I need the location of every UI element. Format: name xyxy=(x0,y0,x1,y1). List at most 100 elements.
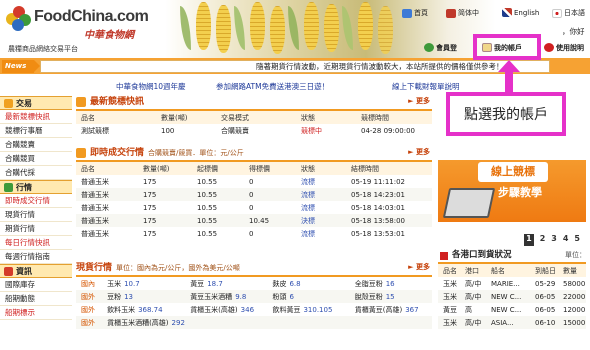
corn-decoration xyxy=(216,5,231,53)
corn-decoration xyxy=(250,2,265,50)
table-cell: 05-18 13:53:01 xyxy=(351,229,406,238)
spot-item[interactable]: 豆粉 13 xyxy=(102,290,186,303)
table-cell: 高/中 xyxy=(465,279,482,288)
help-button[interactable]: 使用說明 xyxy=(544,41,584,54)
banner-pager: 12345 xyxy=(438,234,586,246)
table-row[interactable]: 玉米 高/中 NEW C... 06-05 22000 xyxy=(438,290,586,303)
table-row[interactable]: 國內 玉米 10.7 黃豆 18.7 麩皮 6.8 全脂豆粉 16 xyxy=(76,277,432,290)
sidebar-item[interactable]: 即時成交行情 xyxy=(0,194,72,208)
spot-item[interactable]: 貨櫃玉米酒糟(高雄) 292 xyxy=(102,316,186,329)
corn-decoration xyxy=(196,2,211,50)
banner-page-5[interactable]: 5 xyxy=(574,234,580,246)
laptop-icon xyxy=(442,188,496,218)
table-row[interactable]: 黃豆高 NEW C... 06-05 12000 xyxy=(438,303,586,316)
promo-link-report[interactable]: 線上下載財報單說明 xyxy=(392,81,460,92)
spot-item[interactable]: 黃豆玉米酒糟 9.8 xyxy=(185,290,268,303)
japanese-link[interactable]: 日本語 xyxy=(552,8,585,18)
corn-decoration xyxy=(324,4,339,52)
sidebar-item[interactable]: 國際庫存 xyxy=(0,278,72,292)
sidebar-item[interactable]: 船期標示 xyxy=(0,306,72,320)
table-row[interactable]: 國外 飲料玉米 368.74 貨櫃玉米(高雄) 346 飲料黃豆 310.105 貨櫃黃豆(高… xyxy=(76,303,432,316)
table-cell: 得標價 xyxy=(244,162,296,175)
table-row[interactable]: 測試競標 100 合購競賣 競標中 04-28 09:00:00 xyxy=(76,124,432,137)
home-link[interactable]: 首頁 xyxy=(402,8,428,18)
trades-more-link[interactable]: ► 更多 xyxy=(408,147,430,157)
trades-icon xyxy=(76,148,86,158)
sidebar-item[interactable]: 每日行情快訊 xyxy=(0,236,72,250)
corn-husk-decoration xyxy=(180,6,191,50)
sidebar-item[interactable]: 現貨行情 xyxy=(0,208,72,222)
table-row[interactable]: 普通玉米 175 10.55 0 流標 05-19 11:11:02 xyxy=(76,175,432,188)
promo-link-anniversary[interactable]: 中華食物網10週年慶 xyxy=(116,81,186,92)
spot-item[interactable]: 玉米 10.7 xyxy=(102,277,185,290)
simplified-chinese-link[interactable]: 简体中 xyxy=(446,8,479,18)
table-cell: 22000 xyxy=(558,290,586,303)
logo-icon[interactable] xyxy=(6,6,32,32)
english-link[interactable]: English xyxy=(502,8,539,17)
table-cell: 175 xyxy=(138,188,192,201)
table-cell: 10.55 xyxy=(192,188,244,201)
brand-name[interactable]: FoodChina.com xyxy=(34,8,149,26)
spot-item[interactable]: 飲料黃豆 310.105 xyxy=(267,303,349,316)
banner-title: 線上競標 xyxy=(478,162,548,182)
table-row[interactable]: 普通玉米 175 10.55 0 流標 05-18 13:53:01 xyxy=(76,227,432,240)
news-label: News xyxy=(2,60,40,73)
table-cell: 05-29 xyxy=(535,279,556,288)
table-cell: 船名 xyxy=(486,264,530,277)
promo-link-atm[interactable]: 参加網路ATM免費送港澳三日遊！ xyxy=(216,81,329,92)
table-row[interactable]: 玉米 高/中 MARIE... 05-29 58000 xyxy=(438,277,586,290)
sidebar-item[interactable]: 合購競賣 xyxy=(0,138,72,152)
sidebar-item[interactable]: 競標行事曆 xyxy=(0,124,72,138)
spot-item[interactable] xyxy=(349,316,432,329)
spot-item[interactable]: 麩皮 6.8 xyxy=(267,277,349,290)
sidebar-item[interactable]: 期貨行情 xyxy=(0,222,72,236)
home-icon xyxy=(402,8,412,18)
spot-item[interactable]: 脫殼豆粉 15 xyxy=(349,290,432,303)
table-cell: 0 xyxy=(249,203,254,212)
table-cell: 狀態 xyxy=(296,111,356,124)
table-row[interactable]: 普通玉米 175 10.55 10.45 決標 05-18 13:58:00 xyxy=(76,214,432,227)
banner-page-4[interactable]: 4 xyxy=(563,234,569,246)
table-header-row: 品名 數量(噸) 起標價 得標價 狀態 結標時間 xyxy=(76,162,432,175)
member-login-button[interactable]: 會員登 xyxy=(424,41,457,54)
news-ticker[interactable]: 隨著期貨行情波動，近期現貨行情波動較大，本站所提供的價格僅供參考！ xyxy=(40,60,550,73)
spot-item[interactable] xyxy=(185,316,268,329)
banner-page-3[interactable]: 3 xyxy=(551,234,557,246)
table-cell: 10.55 xyxy=(197,203,218,212)
port-title: 各港口到貨狀況 xyxy=(452,250,512,260)
spot-item[interactable]: 粉頭 6 xyxy=(267,290,350,303)
table-cell: 玉米 xyxy=(438,316,460,329)
more-icon: ► xyxy=(408,97,416,105)
spot-item-name: 脫殼豆粉 xyxy=(354,292,383,301)
spot-more-link[interactable]: ► 更多 xyxy=(408,262,430,272)
spot-item[interactable] xyxy=(267,316,350,329)
more-icon: ► xyxy=(408,148,416,156)
table-cell: 175 xyxy=(138,214,192,227)
spot-item[interactable]: 貨櫃黃豆(高雄) 367 xyxy=(350,303,432,316)
sidebar-item[interactable]: 合購代採 xyxy=(0,166,72,180)
table-row[interactable]: 普通玉米 175 10.55 0 流標 05-18 14:23:01 xyxy=(76,188,432,201)
sidebar-item[interactable]: 合購競買 xyxy=(0,152,72,166)
spot-item-price: 368.74 xyxy=(138,305,163,314)
table-row[interactable]: 玉米 高/中 ASIA... 06-10 15000 xyxy=(438,316,586,329)
table-cell: 決標 xyxy=(296,214,346,227)
sidebar-item[interactable]: 每週行情指南 xyxy=(0,250,72,264)
help-icon xyxy=(544,43,554,52)
banner-page-1[interactable]: 1 xyxy=(524,234,534,246)
bidding-panel: 最新競標快訊 ► 更多 品名 數量(噸) 交易模式 狀態 競標時間 測試競標 100 合購競賣… xyxy=(76,97,432,137)
table-cell: 結標時間 xyxy=(346,162,432,175)
spot-item[interactable]: 黃豆 18.7 xyxy=(185,277,267,290)
banner-page-2[interactable]: 2 xyxy=(540,234,546,246)
table-row[interactable]: 國外 豆粉 13 黃豆玉米酒糟 9.8 粉頭 6 脫殼豆粉 15 xyxy=(76,290,432,303)
spot-item[interactable]: 全脂豆粉 16 xyxy=(350,277,432,290)
table-header-row: 品名 港口 船名 到船日 數量 xyxy=(438,264,586,277)
table-row[interactable]: 國外 貨櫃玉米酒糟(高雄) 292 xyxy=(76,316,432,329)
table-row[interactable]: 普通玉米 175 10.55 0 流標 05-18 14:03:01 xyxy=(76,201,432,214)
spot-item[interactable]: 貨櫃玉米(高雄) 346 xyxy=(185,303,267,316)
sidebar-item[interactable]: 船期動態 xyxy=(0,292,72,306)
table-cell: 高/中 xyxy=(460,290,486,303)
sidebar-item[interactable]: 最新競標快訊 xyxy=(0,110,72,124)
bidding-more-link[interactable]: ► 更多 xyxy=(408,96,430,106)
table-cell: 05-18 14:23:01 xyxy=(346,188,432,201)
spot-item[interactable]: 飲料玉米 368.74 xyxy=(102,303,185,316)
